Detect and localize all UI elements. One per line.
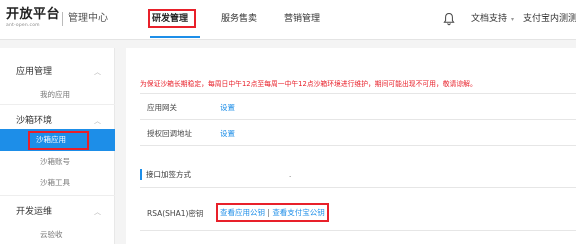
chevron-up-icon: ︿: [94, 208, 101, 216]
section-accent-bar: [140, 169, 142, 180]
sidebar-item-cloud-acceptance[interactable]: 云验收: [0, 224, 115, 244]
link-separator: |: [267, 208, 270, 217]
callback-url-label: 授权回调地址: [147, 129, 192, 138]
chevron-down-icon[interactable]: ▾: [511, 16, 514, 23]
rsa-key-label: RSA(SHA1)密钥: [147, 209, 204, 218]
tab-marketing[interactable]: 营销管理: [284, 12, 320, 26]
sidebar-divider: [0, 195, 115, 196]
sidebar-item-label: 沙箱工具: [40, 178, 70, 187]
sidebar-item-label: 沙箱账号: [40, 157, 70, 166]
view-app-public-key-link[interactable]: 查看应用公钥: [220, 208, 265, 217]
row-divider: [140, 119, 576, 120]
sidebar-group-label: 应用管理: [16, 67, 53, 77]
maintenance-notice: 为保证沙箱长期稳定，每周日中午12点至每周一中午12点沙箱环境进行维护，期间可能…: [140, 80, 477, 88]
account-menu[interactable]: 支付宝内测测: [523, 12, 576, 26]
sidebar-group-label: 开发运维: [16, 207, 53, 217]
logo-title: 开放平台: [6, 7, 61, 22]
top-bar: 开放平台 ant-open.com 管理中心 研发管理 服务售卖 营销管理 文档…: [0, 0, 576, 40]
bell-icon[interactable]: [443, 12, 455, 26]
logo[interactable]: 开放平台 ant-open.com: [6, 8, 60, 29]
gateway-label: 应用网关: [147, 103, 177, 112]
console-title: 管理中心: [68, 13, 108, 24]
tab-service-sales[interactable]: 服务售卖: [221, 12, 257, 26]
active-tab-indicator: [150, 36, 200, 38]
sidebar-divider: [0, 104, 115, 105]
row-divider: [140, 145, 576, 146]
docs-support-link[interactable]: 文档支持: [471, 12, 507, 26]
sidebar-group-devops[interactable]: 开发运维 ︿: [0, 197, 115, 227]
sidebar-group-app-management[interactable]: 应用管理 ︿: [0, 57, 115, 87]
sidebar-item-label: 云验收: [40, 230, 63, 239]
sidebar-item-sandbox-account[interactable]: 沙箱账号: [0, 151, 115, 173]
sidebar-item-my-apps[interactable]: 我的应用: [0, 84, 115, 106]
logo-subtitle: ant-open.com: [6, 23, 40, 28]
gateway-settings-link[interactable]: 设置: [220, 102, 235, 113]
key-links: 查看应用公钥 | 查看支付宝公钥: [220, 207, 325, 218]
sidebar-group-label: 沙箱环境: [16, 116, 53, 126]
row-divider: [140, 187, 576, 188]
sidebar-highlight-box: [28, 131, 89, 150]
row-divider: [140, 230, 576, 231]
sidebar-item-sandbox-tools[interactable]: 沙箱工具: [0, 172, 115, 194]
row-divider: [140, 93, 576, 94]
view-alipay-public-key-link[interactable]: 查看支付宝公钥: [272, 208, 325, 217]
chevron-up-icon: ︿: [94, 117, 101, 125]
callback-settings-link[interactable]: 设置: [220, 128, 235, 139]
section-dot: .: [289, 171, 292, 179]
logo-divider: [62, 12, 63, 26]
signing-method-title: 接口加签方式: [146, 170, 191, 179]
sidebar-item-label: 我的应用: [40, 90, 70, 99]
tab-highlight-box: [148, 9, 196, 28]
chevron-up-icon: ︿: [94, 68, 101, 76]
